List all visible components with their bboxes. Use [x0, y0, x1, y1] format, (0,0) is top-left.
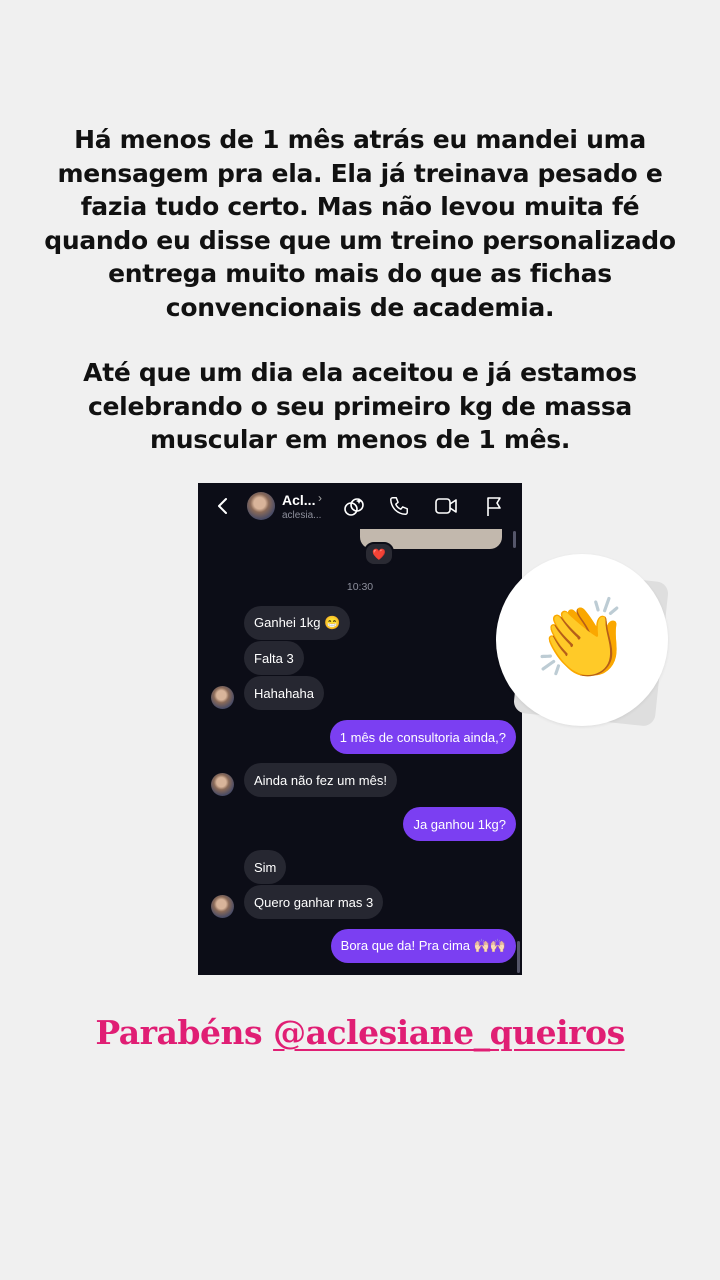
message-incoming[interactable]: Sim: [244, 850, 287, 884]
header-chevron-icon: ›: [318, 491, 322, 505]
back-chevron-icon[interactable]: [216, 496, 230, 516]
header-username: aclesia...: [282, 510, 322, 521]
congrats-prefix: Parabéns: [95, 1013, 263, 1052]
sender-avatar: [211, 773, 234, 796]
message-incoming[interactable]: Quero ganhar mas 3: [244, 885, 384, 919]
story-paragraph-2: Até que um dia ela aceitou e já estamos …: [83, 358, 637, 454]
chat-screenshot: Acl... › aclesia... ❤️ 10:30 Ganhei 1kg …: [198, 483, 522, 975]
header-name[interactable]: Acl...: [282, 492, 315, 508]
scrollbar-top[interactable]: [513, 531, 516, 548]
message-incoming[interactable]: Ganhei 1kg 😁: [244, 606, 351, 640]
clapping-hands-sticker[interactable]: 👏: [496, 554, 668, 726]
message-outgoing[interactable]: Ja ganhou 1kg?: [403, 807, 516, 841]
message-timestamp: 10:30: [346, 581, 374, 593]
mention-link[interactable]: @aclesiane_queiros: [273, 1013, 625, 1052]
sender-avatar: [211, 895, 234, 918]
message-incoming[interactable]: Hahahaha: [244, 676, 324, 710]
clapping-hands-icon: 👏: [533, 595, 631, 685]
scrollbar-bottom[interactable]: [517, 941, 520, 973]
phone-icon[interactable]: [388, 495, 410, 517]
flag-icon[interactable]: [484, 495, 504, 517]
message-outgoing[interactable]: 1 mês de consultoria ainda,?: [329, 720, 516, 754]
chat-header: Acl... › aclesia...: [198, 483, 522, 529]
congrats-line: Parabéns @aclesiane_queiros: [0, 1013, 720, 1052]
story-paragraph-1: Há menos de 1 mês atrás eu mandei uma me…: [44, 125, 676, 322]
message-outgoing[interactable]: Bora que da! Pra cima 🙌🏻🙌🏻: [330, 929, 516, 963]
message-incoming[interactable]: Ainda não fez um mês!: [244, 763, 397, 797]
sender-avatar: [211, 686, 234, 709]
heart-reaction-icon[interactable]: ❤️: [364, 542, 394, 566]
message-incoming[interactable]: Falta 3: [244, 641, 304, 675]
video-icon[interactable]: [434, 495, 458, 517]
header-avatar[interactable]: [247, 492, 275, 520]
effects-icon[interactable]: [342, 495, 366, 519]
